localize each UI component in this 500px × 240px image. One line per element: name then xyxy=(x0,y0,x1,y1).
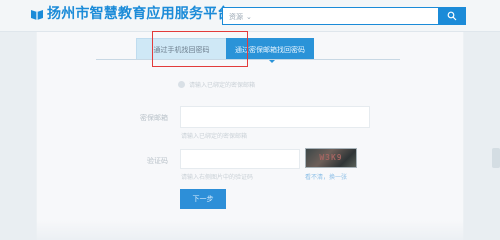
book-logo-icon xyxy=(31,10,43,20)
chevron-down-icon: ⌄ xyxy=(246,13,252,21)
captcha-field[interactable] xyxy=(181,154,299,173)
info-tip: 请输入已绑定的密保邮箱 xyxy=(178,80,255,89)
captcha-image[interactable]: W3K9 xyxy=(305,148,357,168)
search-input[interactable] xyxy=(257,10,433,23)
top-bar: 扬州市智慧教育应用服务平台 资源 ⌄ xyxy=(0,0,500,32)
tab-divider-line xyxy=(96,59,400,60)
site-title: 扬州市智慧教育应用服务平台 xyxy=(47,6,232,22)
email-field-wrapper xyxy=(180,106,370,131)
search-icon xyxy=(447,11,457,21)
content-panel xyxy=(36,32,464,240)
search-scope-label: 资源 xyxy=(229,13,243,21)
scrollbar-handle[interactable] xyxy=(492,148,500,168)
info-icon xyxy=(178,81,185,88)
recovery-method-tabs: 通过手机找回密码 通过密保邮箱找回密码 xyxy=(136,38,314,63)
search-scope-select[interactable]: 资源 ⌄ xyxy=(229,11,252,23)
next-step-button[interactable]: 下一步 xyxy=(180,189,226,209)
captcha-field-hint: 请输入右侧图片中的验证码 xyxy=(181,174,254,181)
email-field-label: 密保邮箱 xyxy=(140,114,168,122)
email-field[interactable] xyxy=(181,110,369,131)
captcha-field-label: 验证码 xyxy=(147,157,168,165)
captcha-field-wrapper xyxy=(180,149,300,173)
info-tip-text: 请输入已绑定的密保邮箱 xyxy=(189,82,256,89)
search-button[interactable] xyxy=(438,7,466,25)
email-field-hint: 请输入已绑定的密保邮箱 xyxy=(181,133,248,140)
tab-phone-recovery[interactable]: 通过手机找回密码 xyxy=(136,38,226,60)
captcha-refresh-link[interactable]: 看不清，换一张 xyxy=(305,172,347,181)
tab-email-recovery[interactable]: 通过密保邮箱找回密码 xyxy=(226,38,314,63)
search-bar: 资源 ⌄ xyxy=(222,7,466,25)
